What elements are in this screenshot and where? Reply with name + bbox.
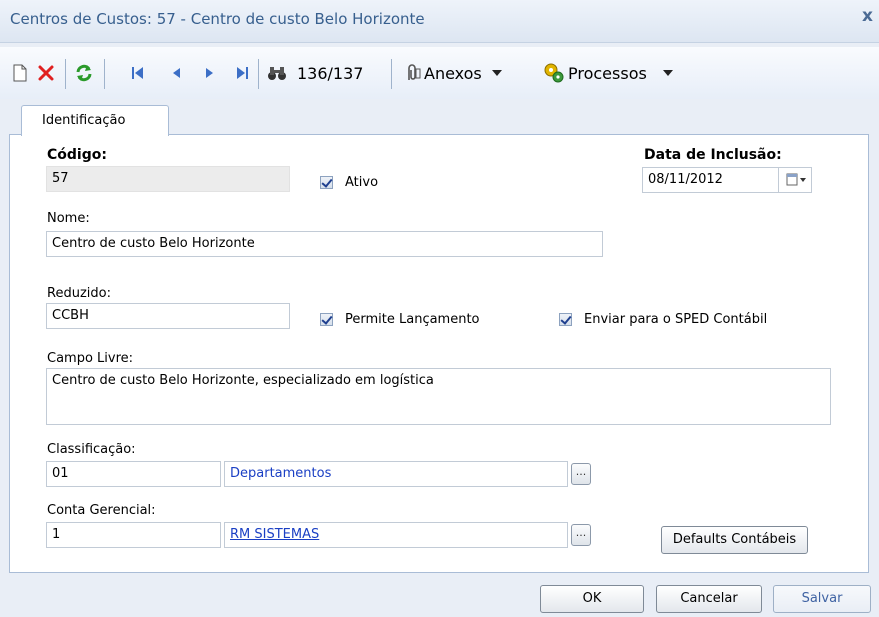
record-counter: 136/137: [297, 63, 364, 83]
ativo-label: Ativo: [345, 175, 379, 190]
paperclip-icon: [408, 64, 421, 80]
conta-gerencial-desc-field[interactable]: RM SISTEMAS: [224, 522, 568, 548]
conta-gerencial-link[interactable]: RM SISTEMAS: [230, 527, 319, 542]
new-document-icon: [13, 64, 27, 82]
chevron-down-icon: [662, 70, 673, 76]
ativo-checkbox[interactable]: [320, 176, 333, 189]
save-button[interactable]: Salvar: [773, 585, 871, 613]
campo-livre-label: Campo Livre:: [47, 351, 134, 366]
close-button[interactable]: x: [862, 6, 873, 26]
enviar-sped-checkbox[interactable]: [559, 313, 572, 326]
nome-field[interactable]: Centro de custo Belo Horizonte: [46, 231, 603, 257]
conta-gerencial-lookup-button[interactable]: ...: [571, 524, 591, 546]
processos-menu[interactable]: Processos: [542, 61, 675, 85]
classificacao-code-field[interactable]: 01: [46, 461, 221, 487]
dialog-footer: OK Cancelar Salvar: [0, 575, 879, 617]
tab-label: Identificação: [42, 113, 126, 128]
delete-icon: [38, 65, 54, 81]
title-bar: Centros de Custos: 57 - Centro de custo …: [0, 0, 879, 43]
anexos-label: Anexos: [424, 63, 482, 83]
toolbar-separator: [104, 59, 105, 89]
date-picker-button[interactable]: [779, 167, 812, 193]
codigo-field[interactable]: 57: [46, 166, 290, 192]
first-record-icon: [132, 67, 143, 79]
next-icon: [206, 68, 213, 78]
campo-livre-textarea[interactable]: Centro de custo Belo Horizonte, especial…: [46, 368, 831, 425]
defaults-contabeis-button[interactable]: Defaults Contábeis: [661, 526, 808, 554]
classificacao-lookup-button[interactable]: ...: [571, 463, 591, 485]
nome-label: Nome:: [47, 211, 90, 226]
tab-identificacao[interactable]: Identificação: [21, 105, 169, 136]
previous-icon: [173, 68, 180, 78]
ok-button[interactable]: OK: [540, 585, 644, 613]
previous-record-button[interactable]: [170, 61, 182, 85]
conta-gerencial-code-field[interactable]: 1: [46, 522, 221, 548]
search-record-button[interactable]: [266, 61, 288, 85]
processos-label: Processos: [568, 63, 647, 83]
refresh-icon: [76, 64, 92, 82]
reduzido-label: Reduzido:: [47, 286, 111, 301]
data-inclusao-label: Data de Inclusão:: [644, 147, 782, 163]
codigo-label: Código:: [47, 147, 107, 163]
toolbar-separator: [391, 59, 392, 89]
reduzido-field[interactable]: CCBH: [46, 303, 290, 329]
first-record-button[interactable]: [131, 61, 145, 85]
new-button[interactable]: [12, 61, 28, 85]
toolbar-separator: [65, 59, 66, 89]
last-record-icon: [237, 67, 248, 79]
dialog-window: Centros de Custos: 57 - Centro de custo …: [0, 0, 879, 617]
conta-gerencial-label: Conta Gerencial:: [47, 503, 156, 518]
gears-icon: [544, 63, 564, 83]
permite-lancamento-checkbox[interactable]: [320, 313, 333, 326]
last-record-button[interactable]: [235, 61, 249, 85]
enviar-sped-label: Enviar para o SPED Contábil: [584, 312, 768, 327]
classificacao-desc-field[interactable]: Departamentos: [224, 461, 568, 487]
refresh-button[interactable]: [74, 61, 94, 85]
calendar-icon: [786, 173, 806, 186]
cancel-button[interactable]: Cancelar: [656, 585, 762, 613]
chevron-down-icon: [491, 70, 502, 76]
tab-content: Código: 57 Ativo Data de Inclusão: 08/11…: [9, 134, 869, 573]
anexos-menu[interactable]: Anexos: [402, 61, 504, 85]
binoculars-icon: [268, 67, 286, 80]
window-title: Centros de Custos: 57 - Centro de custo …: [10, 10, 425, 28]
toolbar: 136/137 Anexos Processos: [0, 47, 879, 99]
data-inclusao-field[interactable]: 08/11/2012: [642, 167, 779, 193]
classificacao-label: Classificação:: [47, 442, 136, 457]
permite-lancamento-label: Permite Lançamento: [345, 312, 480, 327]
next-record-button[interactable]: [204, 61, 216, 85]
toolbar-separator: [258, 59, 259, 89]
form-panel: Identificação Código: 57 Ativo Data de I…: [9, 101, 869, 573]
delete-button[interactable]: [37, 61, 55, 85]
